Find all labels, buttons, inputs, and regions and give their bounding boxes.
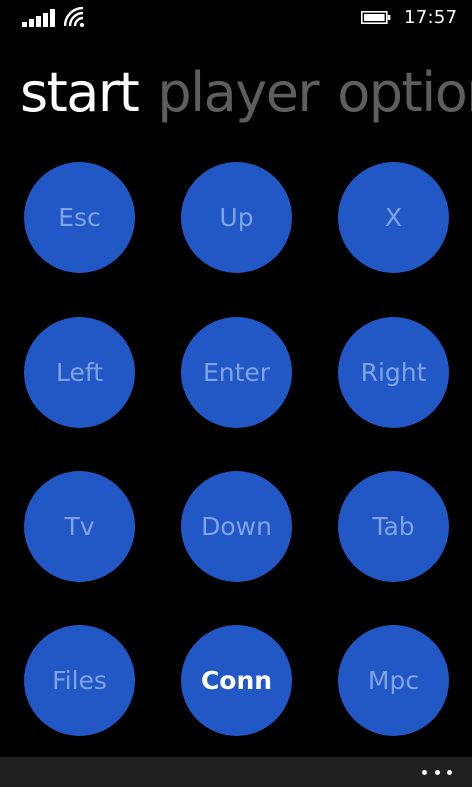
enter-button[interactable]: Enter bbox=[181, 317, 292, 428]
signal-bars-icon bbox=[22, 9, 55, 27]
pivot-header: start player options bbox=[20, 58, 472, 128]
ellipsis-dot bbox=[447, 769, 452, 775]
down-button[interactable]: Down bbox=[181, 471, 292, 582]
pivot-tab-start[interactable]: start bbox=[20, 58, 140, 128]
clock: 17:57 bbox=[404, 7, 458, 28]
left-button[interactable]: Left bbox=[24, 317, 135, 428]
status-bar: 17:57 bbox=[0, 0, 472, 36]
up-button[interactable]: Up bbox=[181, 162, 292, 273]
files-button[interactable]: Files bbox=[24, 625, 135, 736]
esc-button[interactable]: Esc bbox=[24, 162, 135, 273]
ellipsis-dot bbox=[422, 769, 427, 775]
pivot-tab-options[interactable]: options bbox=[337, 58, 472, 128]
mpc-button[interactable]: Mpc bbox=[338, 625, 449, 736]
pivot-tab-player[interactable]: player bbox=[157, 58, 319, 128]
x-button[interactable]: X bbox=[338, 162, 449, 273]
wifi-icon bbox=[64, 7, 85, 27]
conn-button[interactable]: Conn bbox=[181, 625, 292, 736]
right-button[interactable]: Right bbox=[338, 317, 449, 428]
battery-icon bbox=[361, 11, 391, 24]
remote-button-grid: Esc Up X Left Enter Right Tv Down Tab Fi… bbox=[24, 162, 449, 736]
tv-button[interactable]: Tv bbox=[24, 471, 135, 582]
ellipsis-dot bbox=[434, 769, 440, 775]
tab-button[interactable]: Tab bbox=[338, 471, 449, 582]
more-ellipsis-icon[interactable] bbox=[422, 763, 452, 781]
app-bar bbox=[0, 757, 472, 787]
